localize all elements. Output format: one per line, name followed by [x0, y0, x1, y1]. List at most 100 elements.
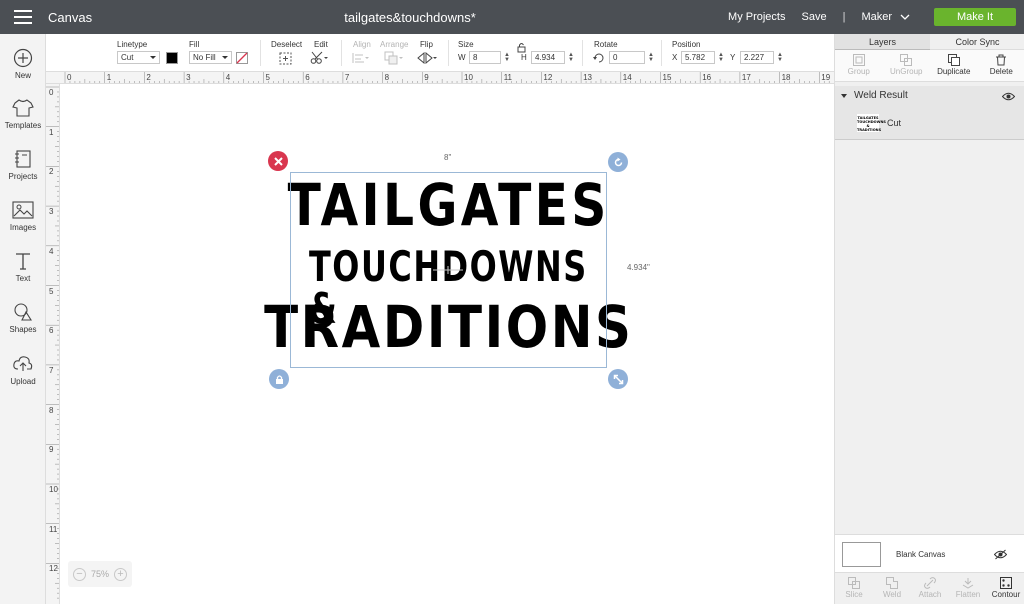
sidebar-item-new[interactable]: New: [0, 48, 46, 80]
caret-down-icon: [222, 56, 228, 59]
arrange-icon[interactable]: [384, 51, 404, 65]
width-input[interactable]: 8 ▲ ▼: [469, 51, 510, 64]
ruler-number: 5: [265, 73, 270, 82]
edit-toolbar: Linetype Cut Fill No Fill Deselect Edit …: [46, 34, 834, 72]
horizontal-ruler: 0 1 2 3 4 5 6 7 8 9 10 11 12 13 14 15 16 17 18 19: [46, 72, 834, 84]
layer-group-weld-result[interactable]: Weld Result TAILGATES TOUCHDOWNS & TRADI…: [835, 86, 1024, 140]
save-link[interactable]: Save: [802, 11, 827, 23]
linetype-select[interactable]: Cut: [117, 51, 160, 64]
y-input[interactable]: 2.227 ▲ ▼: [740, 51, 783, 64]
zoom-out-button[interactable]: −: [73, 567, 86, 581]
delete-button[interactable]: Delete: [978, 50, 1024, 81]
sidebar-item-shapes[interactable]: Shapes: [0, 302, 46, 334]
lock-handle[interactable]: [269, 369, 289, 389]
linetype-value: Cut: [121, 53, 134, 62]
stepper-icon[interactable]: ▲ ▼: [648, 52, 654, 63]
machine-select[interactable]: Maker: [861, 11, 910, 23]
stepper-icon[interactable]: ▲ ▼: [777, 52, 783, 63]
sidebar-item-text[interactable]: Text: [0, 251, 46, 283]
sidebar-item-projects[interactable]: Projects: [0, 149, 46, 181]
bottom-actions: Slice Weld Attach Flatten Contour: [835, 572, 1024, 604]
stepper-icon[interactable]: ▲ ▼: [504, 52, 510, 63]
resize-handle[interactable]: [608, 369, 628, 389]
ruler-number: 0: [67, 73, 72, 82]
layer-item[interactable]: TAILGATES TOUCHDOWNS & TRADITIONS Cut: [857, 114, 901, 132]
align-icon[interactable]: [352, 52, 370, 64]
ruler-number: 12: [49, 564, 58, 574]
my-projects-link[interactable]: My Projects: [728, 11, 785, 23]
blank-canvas-row[interactable]: Blank Canvas: [835, 534, 1024, 572]
delete-handle[interactable]: [268, 151, 288, 171]
group-button[interactable]: Group: [835, 50, 883, 81]
height-input[interactable]: 4.934 ▲ ▼: [531, 51, 574, 64]
width-value: 8: [473, 53, 478, 62]
weld-icon: [886, 577, 898, 589]
rotate-icon: [614, 157, 622, 166]
sidebar-item-upload[interactable]: Upload: [0, 354, 46, 386]
action-label: Delete: [989, 67, 1013, 76]
x-label: X: [672, 53, 678, 62]
rotate-handle[interactable]: [608, 152, 628, 172]
caret-down-icon[interactable]: [841, 93, 847, 98]
deselect-icon[interactable]: [279, 52, 292, 65]
flatten-button[interactable]: Flatten: [949, 573, 987, 604]
stepper-icon[interactable]: ▲ ▼: [568, 52, 574, 63]
fill-select[interactable]: No Fill: [189, 51, 232, 64]
attach-button[interactable]: Attach: [911, 573, 949, 604]
left-sidebar: New Templates Projects Images Text Shape…: [0, 34, 46, 604]
zoom-control: − 75% +: [68, 561, 132, 587]
ruler-number: 2: [146, 73, 151, 82]
ungroup-icon: [900, 54, 913, 66]
ruler-number: 10: [49, 485, 58, 494]
ruler-number: 0: [49, 88, 54, 97]
no-fill-swatch-icon[interactable]: [236, 52, 248, 64]
top-right-actions: My Projects Save | Maker Make It: [728, 0, 1024, 34]
lock-icon: [275, 374, 283, 384]
ruler-number: 16: [702, 73, 712, 82]
x-input[interactable]: 5.782 ▲ ▼: [681, 51, 724, 64]
align-label: Align: [353, 40, 371, 49]
stepper-icon[interactable]: ▲ ▼: [718, 52, 724, 63]
sidebar-item-images[interactable]: Images: [0, 200, 46, 232]
fill-label: Fill: [189, 40, 200, 49]
ruler-number: 3: [49, 207, 54, 217]
ungroup-button[interactable]: UnGroup: [883, 50, 931, 81]
height-value: 4.934: [535, 53, 556, 62]
sidebar-item-templates[interactable]: Templates: [0, 98, 46, 130]
attach-icon: [924, 577, 936, 589]
slice-button[interactable]: Slice: [835, 573, 873, 604]
linetype-color-swatch[interactable]: [166, 52, 178, 64]
eye-hidden-icon[interactable]: [994, 549, 1007, 560]
edit-label: Edit: [314, 40, 328, 49]
shirt-icon: [12, 99, 34, 117]
flip-label: Flip: [420, 40, 433, 49]
ruler-number: 19: [821, 73, 831, 82]
tab-color-sync[interactable]: Color Sync: [930, 34, 1024, 50]
x-value: 5.782: [685, 53, 706, 62]
canvas-color-swatch[interactable]: [842, 542, 881, 567]
ruler-number: 12: [543, 73, 553, 82]
weld-button[interactable]: Weld: [873, 573, 911, 604]
ruler-number: 2: [49, 167, 54, 177]
rotate-input[interactable]: 0 ▲ ▼: [609, 51, 654, 64]
contour-button[interactable]: Contour: [987, 573, 1024, 604]
make-it-button[interactable]: Make It: [934, 8, 1016, 26]
sidebar-item-label: New: [14, 71, 31, 80]
layer-item-label: Cut: [887, 118, 902, 128]
flip-icon[interactable]: [417, 52, 437, 64]
scissors-icon[interactable]: [310, 51, 328, 65]
ruler-number: 8: [49, 405, 54, 415]
duplicate-button[interactable]: Duplicate: [930, 50, 978, 81]
zoom-in-button[interactable]: +: [113, 567, 127, 581]
action-label: Contour: [991, 590, 1021, 599]
layer-group-header[interactable]: Weld Result: [841, 90, 908, 101]
document-title: tailgates&touchdowns*: [344, 10, 476, 25]
eye-icon[interactable]: [1002, 92, 1015, 101]
lock-icon[interactable]: [517, 42, 526, 53]
image-icon: [12, 201, 34, 219]
tab-layers[interactable]: Layers: [835, 34, 930, 50]
sidebar-item-label: Images: [9, 223, 37, 232]
center-crosshair: [433, 266, 463, 274]
sidebar-item-label: Projects: [8, 172, 38, 181]
resize-icon: [613, 374, 623, 384]
